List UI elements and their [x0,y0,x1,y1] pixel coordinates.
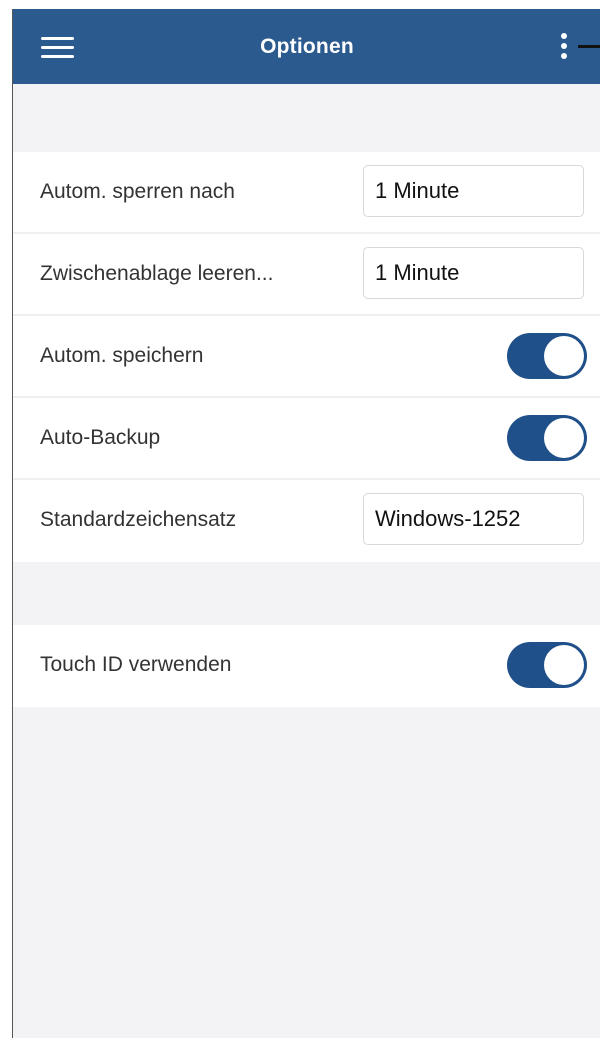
top-app-bar: Optionen [13,9,600,84]
toggle-knob [544,645,584,685]
touch-id-label: Touch ID verwenden [40,653,232,676]
toggle-knob [544,418,584,458]
default-charset-label: Standardzeichensatz [40,508,237,531]
page-title: Optionen [260,35,354,58]
edge-mark [578,45,600,48]
toggle-knob [544,336,584,376]
setting-row-touch-id: Touch ID verwenden [13,625,600,707]
lock-after-select[interactable]: 1 Minute [363,165,584,217]
auto-backup-toggle[interactable] [507,415,587,461]
touch-id-toggle[interactable] [507,642,587,688]
settings-group-security: Touch ID verwenden [13,625,600,707]
clear-clipboard-select[interactable]: 1 Minute [363,247,584,299]
auto-save-toggle[interactable] [507,333,587,379]
more-vertical-icon[interactable] [553,27,573,67]
clear-clipboard-label: Zwischenablage leeren... [40,262,274,285]
lock-after-label: Autom. sperren nach [40,180,235,203]
settings-group-general: Autom. sperren nach 1 Minute Zwischenabl… [13,152,600,562]
auto-save-label: Autom. speichern [40,344,204,367]
setting-row-auto-backup: Auto-Backup [13,398,600,480]
setting-row-auto-save: Autom. speichern [13,316,600,398]
setting-row-lock-after: Autom. sperren nach 1 Minute [13,152,600,234]
setting-row-default-charset: Standardzeichensatz Windows-1252 [13,480,600,562]
hamburger-icon[interactable] [41,31,75,61]
auto-backup-label: Auto-Backup [40,426,161,449]
setting-row-clear-clipboard: Zwischenablage leeren... 1 Minute [13,234,600,316]
default-charset-select[interactable]: Windows-1252 [363,493,584,545]
options-screen: Optionen Autom. sperren nach 1 Minute Zw… [12,9,600,1038]
